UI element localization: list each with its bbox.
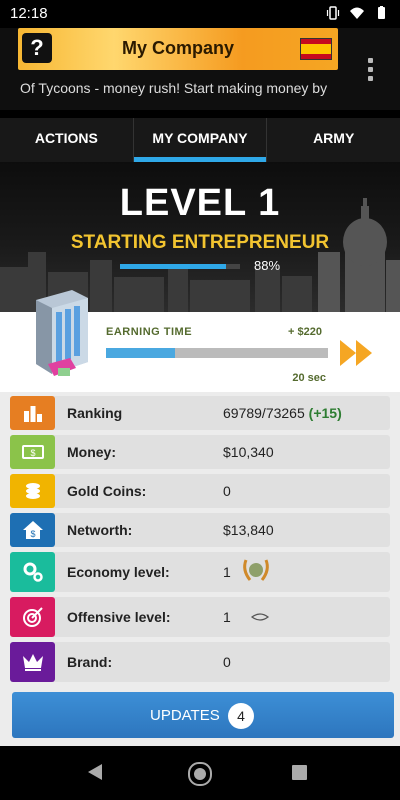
system-nav-bar: [0, 746, 400, 800]
gears-icon: [23, 562, 43, 582]
stat-label: Money:: [67, 444, 116, 460]
stats-list: Ranking 69789/73265 (+15) $ Money: $10,3…: [10, 396, 390, 687]
tab-actions[interactable]: ACTIONS: [0, 118, 134, 162]
earning-time-label: EARNING TIME: [106, 326, 193, 338]
level-progress-fill: [120, 264, 226, 269]
ranking-value: 69789/73265: [223, 405, 305, 421]
stat-value: 69789/73265 (+15): [223, 405, 342, 421]
wifi-icon: [350, 7, 364, 19]
stat-value: 1: [223, 609, 231, 625]
app-header: ? My Company Of Tycoons - money rush! St…: [0, 28, 400, 110]
stat-row-economy-level[interactable]: Economy level: 1: [10, 552, 390, 592]
back-icon[interactable]: [88, 764, 102, 780]
updates-count-badge: 4: [228, 703, 254, 729]
company-title: My Company: [121, 38, 235, 58]
laurel-badge-icon: [243, 559, 269, 581]
company-panel: EARNING TIME + $220 20 sec Ranking 69789…: [0, 290, 400, 746]
updates-button[interactable]: UPDATES 4: [12, 692, 394, 738]
stat-label: Gold Coins:: [67, 483, 147, 499]
networth-icon-tile: $: [10, 513, 55, 547]
earning-progress-fill: [106, 348, 175, 358]
tab-army[interactable]: ARMY: [267, 118, 400, 162]
gold-coins-icon-tile: [10, 474, 55, 508]
house-dollar-icon: $: [22, 521, 43, 539]
cash-icon: $: [21, 445, 44, 459]
main-tabs: ACTIONS MY COMPANY ARMY: [0, 118, 400, 162]
earning-reward: + $220: [288, 326, 322, 338]
offensive-icon-tile: [10, 597, 55, 637]
eye-badge-icon: [250, 613, 270, 621]
level-title: LEVEL 1: [119, 182, 281, 224]
stat-value: 0: [223, 483, 231, 499]
brand-icon-tile: [10, 642, 55, 682]
crown-icon: [22, 654, 43, 671]
vibrate-icon: [326, 6, 340, 20]
battery-icon: [378, 6, 385, 19]
ranking-icon-tile: [10, 396, 55, 430]
company-banner[interactable]: ? My Company: [18, 28, 338, 70]
stat-value: $13,840: [223, 522, 274, 538]
coins-icon: [25, 483, 40, 499]
earning-section: EARNING TIME + $220 20 sec: [0, 290, 400, 392]
svg-text:$: $: [30, 448, 35, 458]
level-progress-label: 88%: [254, 258, 281, 273]
office-building-icon[interactable]: [22, 284, 100, 384]
status-bar: 12:18: [0, 0, 400, 28]
stat-row-offensive-level[interactable]: Offensive level: 1: [10, 597, 390, 637]
ranking-delta: (+15): [308, 405, 342, 421]
stat-label: Offensive level:: [67, 609, 171, 625]
stat-row-ranking[interactable]: Ranking 69789/73265 (+15): [10, 396, 390, 430]
earning-progress-bar: [106, 348, 328, 358]
stat-row-brand[interactable]: Brand: 0: [10, 642, 390, 682]
stat-row-gold-coins[interactable]: Gold Coins: 0: [10, 474, 390, 508]
tab-my-company[interactable]: MY COMPANY: [133, 118, 268, 162]
stat-label: Economy level:: [67, 564, 170, 580]
stat-row-money[interactable]: $ Money: $10,340: [10, 435, 390, 469]
money-icon-tile: $: [10, 435, 55, 469]
stat-value: $10,340: [223, 444, 274, 460]
news-ticker: Of Tycoons - money rush! Start making mo…: [20, 80, 328, 96]
status-icons: [326, 6, 388, 20]
stat-row-networth[interactable]: $ Networth: $13,840: [10, 513, 390, 547]
stat-value: 1: [223, 564, 231, 580]
spain-flag-icon[interactable]: [300, 38, 332, 60]
recent-apps-icon[interactable]: [292, 765, 307, 780]
updates-label: UPDATES: [150, 707, 220, 724]
rank-title: STARTING ENTREPRENEUR: [70, 232, 330, 253]
level-progress-bar: [120, 264, 240, 269]
earning-time-left: 20 sec: [292, 372, 326, 384]
stat-label: Ranking: [67, 405, 123, 421]
stat-label: Brand:: [67, 654, 113, 670]
status-time: 12:18: [10, 5, 48, 22]
svg-text:$: $: [30, 529, 35, 539]
target-icon: [22, 607, 43, 627]
overflow-menu-icon[interactable]: [368, 58, 374, 82]
bar-chart-icon: [23, 406, 42, 422]
stat-label: Networth:: [67, 522, 133, 538]
economy-icon-tile: [10, 552, 55, 592]
stat-value: 0: [223, 654, 231, 670]
fast-forward-icon[interactable]: [338, 338, 378, 368]
home-icon[interactable]: [188, 762, 212, 786]
